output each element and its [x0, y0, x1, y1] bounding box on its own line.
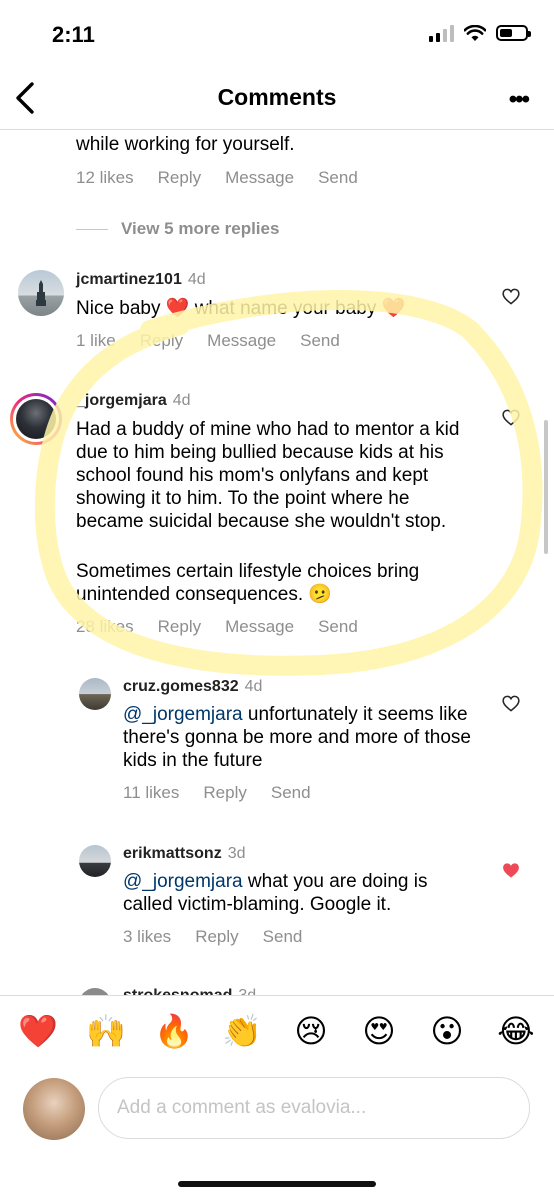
mention-link[interactable]: @_jorgemjara	[123, 871, 243, 892]
comment-age: 3d	[238, 987, 256, 995]
comment-meta: 28 likes Reply Message Send	[76, 617, 358, 637]
view-replies-line	[76, 229, 108, 230]
reply-button[interactable]: Reply	[140, 331, 183, 351]
emoji-heart[interactable]: ❤️	[16, 1012, 60, 1050]
comment-input[interactable]	[99, 1078, 554, 1138]
send-button[interactable]: Send	[318, 168, 358, 188]
likes-count[interactable]: 1 like	[76, 331, 116, 351]
comment-author[interactable]: jcmartinez101 4d	[76, 271, 206, 289]
avatar[interactable]	[18, 270, 64, 316]
scrollbar[interactable]	[544, 420, 548, 554]
reply-cutoff-wrapper: strokesnomad 3d	[0, 976, 554, 995]
emoji-heart-eyes[interactable]: 😍	[357, 1012, 401, 1050]
reply-button[interactable]: Reply	[203, 783, 246, 803]
comment-age: 4d	[187, 271, 206, 288]
username[interactable]: erikmattsonz	[123, 845, 222, 862]
mention-link[interactable]: @_jorgemjara	[123, 704, 243, 725]
likes-count[interactable]: 11 likes	[123, 783, 179, 803]
likes-count[interactable]: 3 likes	[123, 927, 171, 947]
battery-icon	[496, 25, 531, 41]
like-heart-icon[interactable]	[502, 409, 520, 426]
avatar-story-ring[interactable]	[10, 393, 62, 445]
reply-text: @_jorgemjara unfortunately it seems like…	[123, 703, 473, 772]
comment-age: 3d	[227, 845, 246, 862]
avatar[interactable]	[79, 988, 111, 995]
cellular-signal-icon	[429, 24, 454, 42]
avatar[interactable]	[79, 678, 111, 710]
reply-author[interactable]: strokesnomad 3d	[123, 987, 256, 995]
status-time: 2:11	[52, 22, 95, 47]
comment-text-2: Sometimes certain lifestyle choices brin…	[76, 561, 420, 605]
comment-author[interactable]: _jorgemjara 4d	[76, 392, 191, 410]
view-more-replies-button[interactable]: View 5 more replies	[121, 219, 279, 239]
send-button[interactable]: Send	[300, 331, 340, 351]
comment-age: 4d	[172, 392, 191, 409]
emoji-crying[interactable]: 😢	[289, 1012, 333, 1050]
comment-text-tail: while working for yourself.	[76, 134, 295, 155]
current-user-avatar[interactable]	[23, 1078, 85, 1140]
reply-author[interactable]: cruz.gomes832 4d	[123, 678, 262, 696]
send-button[interactable]: Send	[263, 927, 303, 947]
reply-author[interactable]: erikmattsonz 3d	[123, 845, 246, 863]
message-button[interactable]: Message	[225, 617, 294, 637]
emoji-raised-hands[interactable]: 🙌	[84, 1012, 128, 1050]
comment-meta: 12 likes Reply Message Send	[76, 168, 358, 188]
emoji-bar-divider	[0, 995, 554, 996]
reply-button[interactable]: Reply	[158, 168, 201, 188]
username[interactable]: cruz.gomes832	[123, 678, 239, 695]
reply-text: @_jorgemjara what you are doing is calle…	[123, 870, 473, 916]
emoji-clapping[interactable]: 👏	[220, 1012, 264, 1050]
like-heart-icon[interactable]	[502, 288, 520, 305]
comment-text: Had a buddy of mine who had to mentor a …	[76, 419, 460, 532]
reply-meta: 11 likes Reply Send	[123, 783, 311, 803]
comment-age: 4d	[244, 678, 263, 695]
likes-count[interactable]: 12 likes	[76, 168, 134, 188]
status-icons	[429, 24, 531, 42]
avatar[interactable]	[79, 845, 111, 877]
header-divider	[0, 129, 554, 130]
username[interactable]: strokesnomad	[123, 987, 232, 995]
comment-meta: 1 like Reply Message Send	[76, 331, 340, 351]
message-button[interactable]: Message	[225, 168, 294, 188]
avatar	[16, 399, 56, 439]
reply-meta: 3 likes Reply Send	[123, 927, 302, 947]
send-button[interactable]: Send	[318, 617, 358, 637]
reply-button[interactable]: Reply	[195, 927, 238, 947]
likes-count[interactable]: 28 likes	[76, 617, 134, 637]
home-indicator[interactable]	[178, 1181, 376, 1187]
more-options-icon[interactable]: •••	[509, 86, 530, 114]
message-button[interactable]: Message	[207, 331, 276, 351]
like-heart-icon[interactable]	[502, 695, 520, 712]
page-title: Comments	[217, 84, 337, 110]
reply-button[interactable]: Reply	[158, 617, 201, 637]
send-button[interactable]: Send	[271, 783, 311, 803]
comment-text: Nice baby ❤️ what name your baby ❤️	[76, 298, 406, 319]
emoji-fire[interactable]: 🔥	[152, 1012, 196, 1050]
liked-heart-icon[interactable]	[502, 862, 520, 879]
emoji-surprised[interactable]: 😮	[425, 1012, 469, 1050]
username[interactable]: _jorgemjara	[76, 392, 167, 409]
username[interactable]: jcmartinez101	[76, 271, 182, 288]
statue-of-liberty-icon	[36, 280, 46, 306]
comment-input-container	[98, 1077, 554, 1139]
emoji-laughing[interactable]: 😂	[494, 1012, 538, 1050]
wifi-icon	[464, 24, 486, 41]
